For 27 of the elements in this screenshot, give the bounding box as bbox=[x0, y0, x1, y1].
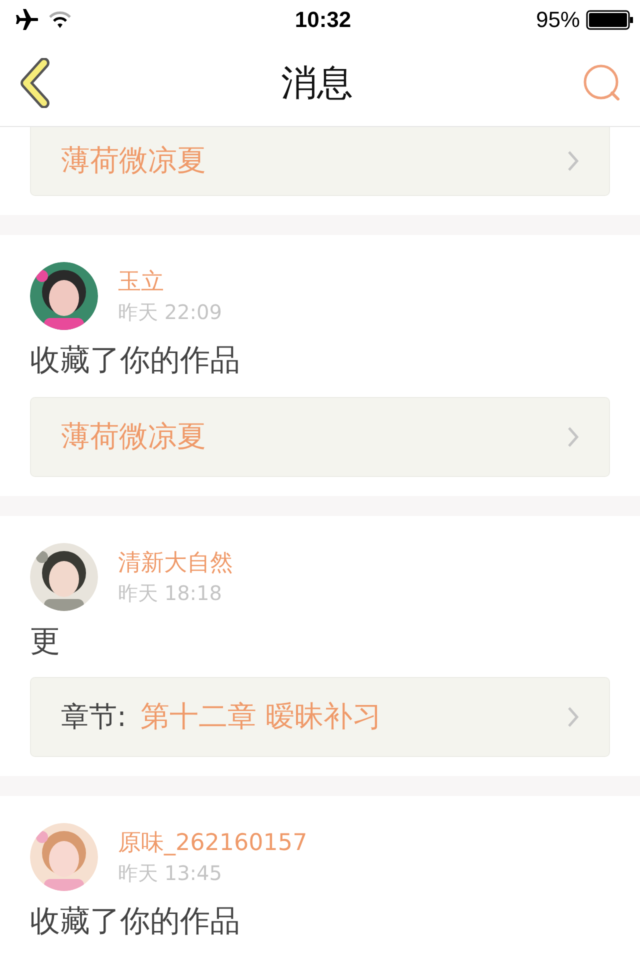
work-title: 第十二章 暧昧补习 bbox=[140, 698, 382, 735]
chevron-left-icon bbox=[18, 58, 52, 108]
battery-icon bbox=[586, 10, 634, 30]
chevron-right-icon bbox=[567, 706, 579, 728]
wifi-icon bbox=[48, 11, 72, 29]
message-text: 收藏了你的作品 bbox=[30, 344, 241, 378]
chapter-label: 章节: bbox=[61, 699, 126, 735]
work-link[interactable]: 薄荷微凉夏 bbox=[30, 127, 610, 196]
battery-percent: 95% bbox=[536, 7, 580, 33]
work-title: 薄荷微凉夏 bbox=[61, 418, 206, 454]
user-name[interactable]: 原味_262160157 bbox=[118, 827, 308, 858]
message-time: 昨天 18:18 bbox=[118, 580, 223, 606]
chevron-right-icon bbox=[567, 150, 579, 172]
message-time: 昨天 22:09 bbox=[118, 299, 222, 326]
message-time: 昨天 13:45 bbox=[118, 860, 223, 887]
chevron-right-icon bbox=[567, 426, 579, 448]
work-link[interactable]: 章节: 第十二章 暧昧补习 bbox=[30, 677, 610, 757]
user-name[interactable]: 清新大自然 bbox=[118, 546, 233, 578]
message-text: 收藏了你的作品 bbox=[30, 905, 241, 940]
search-icon bbox=[582, 63, 622, 103]
user-name[interactable]: 玉立 bbox=[118, 266, 222, 297]
back-button[interactable] bbox=[18, 58, 52, 108]
work-link[interactable]: 薄荷微凉夏 bbox=[30, 396, 610, 476]
screen-title: 消息 bbox=[281, 62, 353, 106]
message-text: 更 bbox=[30, 624, 61, 659]
status-time: 10:32 bbox=[294, 7, 352, 33]
work-title: 薄荷微凉夏 bbox=[61, 142, 206, 179]
